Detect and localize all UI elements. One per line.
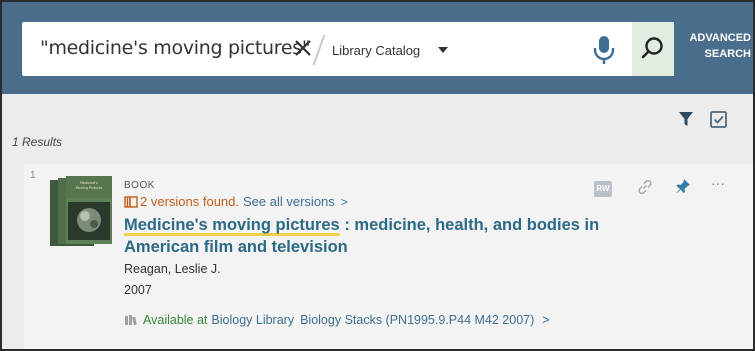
- book-cover-thumbnail[interactable]: Medicine's Moving Pictures: [48, 174, 114, 252]
- microphone-icon[interactable]: [590, 34, 618, 66]
- scope-label: Library Catalog: [332, 42, 421, 58]
- versions-icon: [124, 195, 138, 208]
- author: Reagan, Leslie J.: [124, 262, 221, 276]
- rw-badge: RW: [594, 181, 612, 197]
- cover-title-2: Moving Pictures: [76, 186, 103, 190]
- results-count: 1 Results: [12, 135, 63, 149]
- chevron-down-icon: [438, 47, 449, 53]
- versions-found-text: 2 versions found.: [140, 194, 240, 209]
- advanced-search-line2: SEARCH: [704, 48, 751, 60]
- scope-dropdown[interactable]: Library Catalog: [332, 40, 449, 60]
- link-icon[interactable]: [636, 178, 654, 196]
- see-all-versions-link[interactable]: See all versions: [243, 194, 335, 209]
- advanced-search-line1: ADVANCED: [689, 32, 751, 44]
- availability-icon: [125, 315, 137, 326]
- pin-icon[interactable]: [674, 177, 692, 195]
- clear-icon[interactable]: [290, 35, 316, 61]
- search-input[interactable]: "medicine's moving pictures": [40, 37, 311, 59]
- versions-line: 2 versions found. See all versions >: [124, 194, 348, 209]
- publication-year: 2007: [124, 283, 152, 297]
- advanced-search-button[interactable]: ADVANCED SEARCH: [682, 30, 753, 62]
- search-header: "medicine's moving pictures" Library Cat…: [2, 2, 753, 94]
- availability-status: Available at: [143, 313, 208, 327]
- title-main: Medicine's moving pictures: [124, 216, 340, 234]
- result-number: 1: [30, 170, 36, 181]
- search-button[interactable]: [632, 22, 674, 76]
- chevron-right-icon: >: [542, 313, 550, 327]
- chevron-right-icon: >: [340, 194, 348, 209]
- filter-icon[interactable]: [677, 110, 695, 128]
- search-box: "medicine's moving pictures" Library Cat…: [22, 22, 674, 76]
- page-frame: "medicine's moving pictures" Library Cat…: [0, 0, 755, 351]
- result-title-link[interactable]: Medicine's moving pictures : medicine, h…: [124, 214, 624, 258]
- more-icon[interactable]: ···: [711, 176, 731, 190]
- result-card[interactable]: 1 Medicine's Moving Pictures BOOK 2 vers…: [24, 164, 753, 349]
- search-icon: [641, 37, 663, 59]
- availability-location: Biology Stacks (PN1995.9.P44 M42 2007): [300, 313, 535, 327]
- select-all-icon[interactable]: [709, 110, 729, 130]
- cover-title-1: Medicine's: [80, 181, 98, 185]
- availability-library: Biology Library: [211, 313, 295, 327]
- material-type: BOOK: [124, 180, 155, 191]
- availability-line[interactable]: Available at Biology Library Biology Sta…: [124, 313, 550, 327]
